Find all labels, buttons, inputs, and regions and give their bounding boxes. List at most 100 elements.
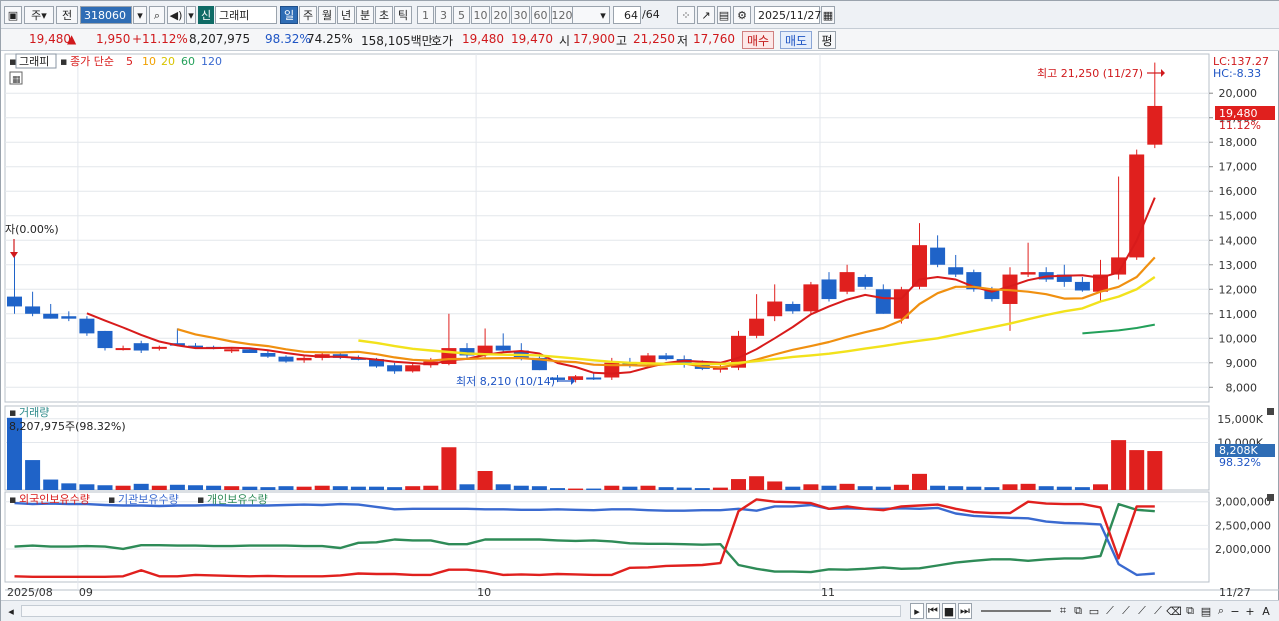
grid-toggle-glyph: ▦ (12, 75, 21, 85)
channel-tool-icon[interactable]: ⟋ (1151, 603, 1165, 619)
chevron-down-icon: ▾ (600, 8, 606, 22)
interval-button-4[interactable]: 20 (491, 6, 510, 24)
close-panel-icon[interactable] (1267, 408, 1274, 415)
link-icon[interactable]: ⁘ (677, 6, 695, 24)
volume-bar (296, 486, 312, 490)
zoom-in-icon[interactable]: + (1244, 603, 1256, 619)
volume-bar (984, 487, 1000, 490)
interval-button-3[interactable]: 10 (471, 6, 490, 24)
speaker-dropdown-icon[interactable]: ▾ (186, 6, 196, 24)
period-button-2[interactable]: 월 (318, 6, 336, 24)
line-tool-icon[interactable]: ⟋ (1103, 603, 1117, 619)
date-input[interactable]: 2025/11/27 (754, 6, 821, 24)
volume-bar (712, 487, 728, 490)
candle-body (278, 356, 294, 362)
font-size-icon[interactable]: A (1259, 603, 1273, 619)
play-icon[interactable]: ▸ (910, 603, 924, 619)
date-axis-label: 2025/08 (7, 586, 53, 599)
copy-icon[interactable]: ⧉ (1183, 603, 1197, 619)
price-tick-label: 12,000 (1219, 283, 1258, 296)
market-kind-select[interactable]: 주 ▾ (24, 6, 54, 24)
candle-body (61, 316, 77, 319)
ma-line-10 (177, 256, 1156, 369)
stock-name-field[interactable]: 그래피 (215, 6, 277, 24)
scroll-track[interactable] (21, 605, 901, 617)
scroll-left-icon[interactable]: ◂ (5, 603, 17, 619)
candle-body (25, 306, 41, 314)
holdings-tick-label: 3,000,000 (1215, 496, 1271, 509)
prev-button[interactable]: 전 (56, 6, 78, 24)
period-button-1[interactable]: 주 (299, 6, 317, 24)
high-arrow-head-icon (1161, 69, 1165, 77)
interval-button-7[interactable]: 120 (551, 6, 573, 24)
volume-bar (749, 476, 765, 490)
high-price: 21,250 (633, 32, 675, 46)
trend-tool-icon[interactable]: ⟋ (1119, 603, 1133, 619)
new-listing-badge: 신 (198, 6, 214, 24)
candle-body (79, 318, 95, 334)
layout-icon[interactable]: ▭ (1087, 603, 1101, 619)
rewind-icon[interactable]: ⏮ (926, 603, 940, 619)
interval-button-2[interactable]: 5 (453, 6, 470, 24)
stock-chart[interactable]: 8,000 9,000 10,000 11,000 12,000 13,000 14,000… (1, 52, 1279, 600)
speed-slider[interactable] (981, 610, 1051, 612)
volume-pct-tag: 98.32% (1219, 456, 1261, 469)
interval-button-1[interactable]: 3 (435, 6, 452, 24)
close-holdings-panel-icon[interactable] (1267, 494, 1274, 501)
interval-button-6[interactable]: 60 (531, 6, 550, 24)
settings-gear-icon[interactable]: ⚙ (733, 6, 751, 24)
volume-bar (314, 485, 330, 490)
crosshair-icon[interactable]: ⌗ (1056, 603, 1070, 619)
calendar-icon[interactable]: ▦ (821, 6, 835, 24)
overlay-icon[interactable]: ⧉ (1071, 603, 1085, 619)
volume-bar (1002, 484, 1018, 490)
volume-bar (658, 487, 674, 490)
open-label: 시 (559, 34, 571, 48)
drawing-tools-icon[interactable]: ↗ (697, 6, 715, 24)
entry-annotation: 자(0.00%) (5, 223, 59, 236)
interval-custom-select[interactable]: ▾ (572, 6, 610, 24)
interval-button-5[interactable]: 30 (511, 6, 530, 24)
volume-bar (1056, 486, 1072, 490)
code-dropdown-icon[interactable]: ▾ (133, 6, 147, 24)
speaker-icon[interactable]: ◀) (167, 6, 185, 24)
volume-bars (7, 417, 1163, 490)
holdings-legend-bullet: ▪ (9, 493, 16, 506)
volume-bar (839, 483, 855, 490)
search-icon[interactable]: ⌕ (149, 6, 165, 24)
stop-icon[interactable]: ■ (942, 603, 956, 619)
stock-code-input[interactable]: 318060 (80, 6, 132, 24)
period-button-0[interactable]: 일 (280, 6, 298, 24)
buy-button[interactable]: 매수 (742, 31, 774, 49)
period-button-5[interactable]: 초 (375, 6, 393, 24)
interval-button-0[interactable]: 1 (417, 6, 434, 24)
hoga-label: 호가 (431, 34, 454, 48)
eraser-icon[interactable]: ⌫ (1166, 603, 1182, 619)
period-button-6[interactable]: 틱 (394, 6, 412, 24)
date-axis-label: 11 (821, 586, 835, 599)
volume-bar (803, 484, 819, 490)
candle-body (749, 318, 765, 336)
price-tick-label: 11,000 (1219, 308, 1258, 321)
zoom-out-icon[interactable]: − (1229, 603, 1241, 619)
period-button-4[interactable]: 분 (356, 6, 374, 24)
print-icon[interactable]: ▤ (1199, 603, 1213, 619)
volume-bar (43, 479, 59, 490)
candle-body (948, 267, 964, 275)
holdings-axis: 3,000,000 2,500,000 2,000,000 (1215, 496, 1271, 556)
chart-menu-icon[interactable]: ▣ (4, 6, 22, 24)
holdings-line-individual (14, 502, 1155, 574)
sell-button[interactable]: 매도 (780, 31, 812, 49)
volume-bar (966, 486, 982, 490)
date-axis-label: 09 (79, 586, 93, 599)
data-count-input[interactable]: 64 (613, 6, 641, 24)
candle-body (260, 352, 276, 357)
save-icon[interactable]: ▤ (717, 6, 731, 24)
volume-bar (97, 485, 113, 490)
forward-icon[interactable]: ⏭ (958, 603, 972, 619)
period-button-3[interactable]: 년 (337, 6, 355, 24)
fibo-tool-icon[interactable]: ⟋ (1135, 603, 1149, 619)
volume-bar (676, 487, 692, 490)
avg-price-button[interactable]: 평 (818, 31, 836, 49)
zoom-icon[interactable]: ⌕ (1215, 603, 1227, 619)
